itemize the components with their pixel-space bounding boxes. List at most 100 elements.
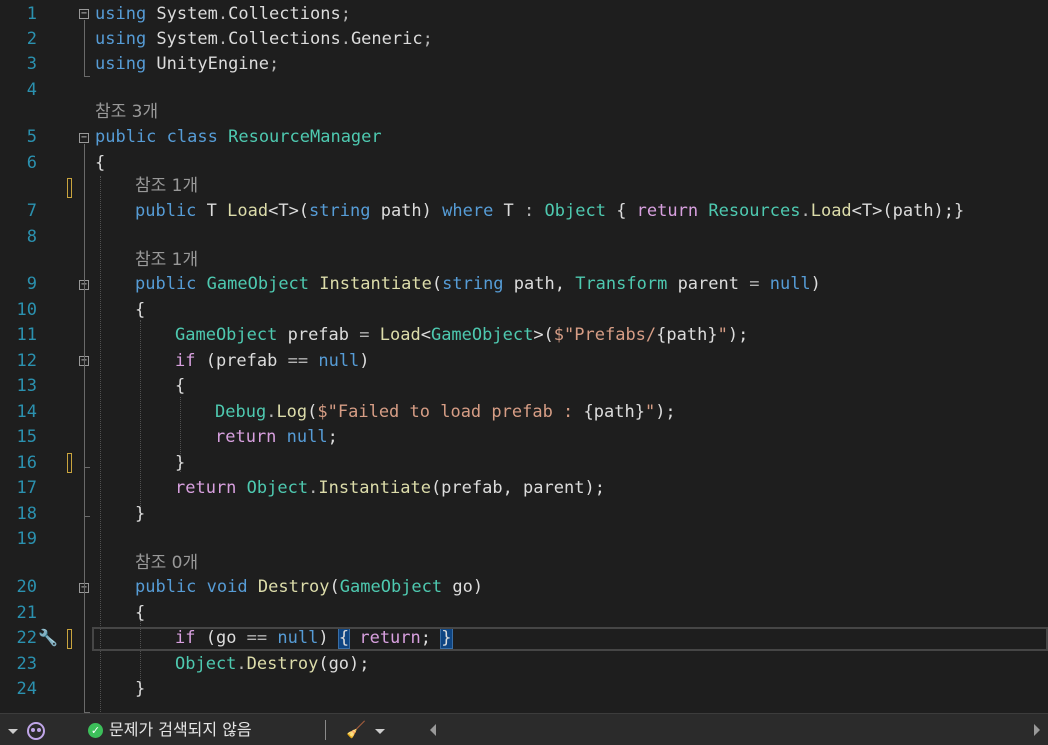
scroll-left-icon	[430, 724, 436, 736]
code-line[interactable]: using System.Collections.Generic;	[95, 27, 433, 51]
code-token: =	[749, 274, 760, 294]
code-token: GameObject	[206, 274, 310, 294]
code-line[interactable]: public GameObject Instantiate(string pat…	[135, 272, 821, 296]
codelens-references[interactable]: 참조 3개	[95, 100, 158, 124]
code-line[interactable]: Object.Destroy(go);	[175, 652, 370, 676]
code-token: T	[196, 201, 228, 221]
issues-indicator[interactable]: ✓ 문제가 검색되지 않음	[88, 714, 252, 745]
code-line[interactable]: {	[95, 151, 105, 175]
code-token: public	[135, 274, 197, 294]
line-number: 9	[26, 274, 37, 294]
chevron-down-icon[interactable]	[8, 714, 18, 745]
line-number: 17	[16, 478, 37, 498]
scroll-right-icon	[1034, 724, 1040, 736]
code-token: {	[135, 603, 146, 623]
code-token: Resources	[708, 201, 801, 221]
line-number: 14	[16, 402, 37, 422]
code-token: public	[95, 127, 157, 147]
code-token: .	[217, 29, 229, 49]
line-number: 20	[16, 577, 37, 597]
code-token: Load	[379, 325, 421, 345]
code-token: );	[655, 402, 676, 422]
code-token: (prefab	[195, 351, 288, 371]
code-line[interactable]: GameObject prefab = Load<GameObject>($"P…	[175, 323, 748, 347]
code-token: Load	[810, 201, 852, 221]
line-number: 12	[16, 351, 37, 371]
code-line[interactable]: return null;	[215, 425, 338, 449]
line-number: 5	[26, 127, 37, 147]
code-line[interactable]: if (prefab == null)	[175, 349, 370, 373]
horizontal-scrollbar[interactable]	[430, 714, 1040, 745]
code-token: where	[442, 201, 494, 221]
code-token: Destroy	[246, 654, 319, 674]
code-line[interactable]: }	[135, 502, 145, 526]
line-number: 21	[16, 603, 37, 623]
code-token: prefab	[277, 325, 360, 345]
code-line[interactable]: }	[135, 677, 145, 701]
code-token: ;	[327, 427, 338, 447]
line-number: 10	[16, 300, 37, 320]
outline-end	[84, 467, 90, 468]
code-editor[interactable]: 1 2 3 4 5 6 7 8 9 10 11 12 13 14 15 16 17 18 19 20 21 22 23 24 …	[0, 0, 1048, 713]
collapse-icon[interactable]: −	[79, 9, 89, 19]
code-token: parent	[667, 274, 750, 294]
code-token: public	[135, 201, 197, 221]
code-line[interactable]: public void Destroy(GameObject go)	[135, 575, 483, 599]
collapse-icon[interactable]: −	[79, 133, 89, 143]
code-line[interactable]: Debug.Log($"Failed to load prefab : {pat…	[215, 400, 676, 424]
code-token: Transform	[575, 274, 668, 294]
code-token: =	[359, 325, 370, 345]
code-token: )	[810, 274, 821, 294]
codelens-references[interactable]: 참조 1개	[135, 248, 198, 272]
codelens-references[interactable]: 참조 0개	[135, 551, 198, 575]
code-token: string	[309, 201, 371, 221]
copilot-icon[interactable]	[26, 714, 46, 745]
line-number: 18	[16, 504, 37, 524]
code-line[interactable]: using System.Collections;	[95, 2, 351, 26]
codelens-references[interactable]: 참조 1개	[135, 174, 198, 198]
line-number: 16	[16, 453, 37, 473]
code-token: <T>(	[268, 201, 310, 221]
code-line[interactable]: {	[135, 601, 145, 625]
code-token: null	[318, 351, 360, 371]
unsaved-change-marker	[67, 453, 72, 473]
status-bar: ✓ 문제가 검색되지 않음 🧹	[0, 713, 1048, 745]
line-number: 11	[16, 325, 37, 345]
code-token: {path}	[583, 402, 645, 422]
code-token: GameObject	[430, 325, 534, 345]
code-token: :	[524, 201, 535, 221]
code-line[interactable]: using UnityEngine;	[95, 52, 279, 76]
code-token: UnityEngine	[146, 54, 270, 74]
code-token: )	[359, 351, 370, 371]
code-line[interactable]: public class ResourceManager	[95, 125, 382, 149]
code-token: {	[175, 376, 186, 396]
code-token: ;	[340, 4, 351, 24]
code-line[interactable]: {	[135, 298, 145, 322]
quick-actions-screwdriver-icon[interactable]: 🔧	[38, 628, 58, 647]
code-token: (	[431, 274, 443, 294]
code-token: Object	[544, 201, 606, 221]
code-token: Collections	[228, 29, 341, 49]
code-token: path,	[503, 274, 576, 294]
code-token: go)	[442, 577, 484, 597]
line-number: 6	[26, 153, 37, 173]
code-token: (go);	[318, 654, 370, 674]
code-token: if	[175, 351, 196, 371]
code-line[interactable]: public T Load<T>(string path) where T : …	[135, 199, 964, 223]
line-number: 13	[16, 376, 37, 396]
code-line[interactable]: }	[175, 451, 185, 475]
line-number: 7	[26, 201, 37, 221]
code-cleanup-button[interactable]: 🧹	[346, 714, 386, 745]
line-number: 24	[16, 679, 37, 699]
code-token: using	[95, 29, 147, 49]
code-token: public	[135, 577, 197, 597]
code-line[interactable]: {	[175, 374, 185, 398]
code-token: null	[286, 427, 328, 447]
code-line[interactable]: return Object.Instantiate(prefab, parent…	[175, 476, 605, 500]
